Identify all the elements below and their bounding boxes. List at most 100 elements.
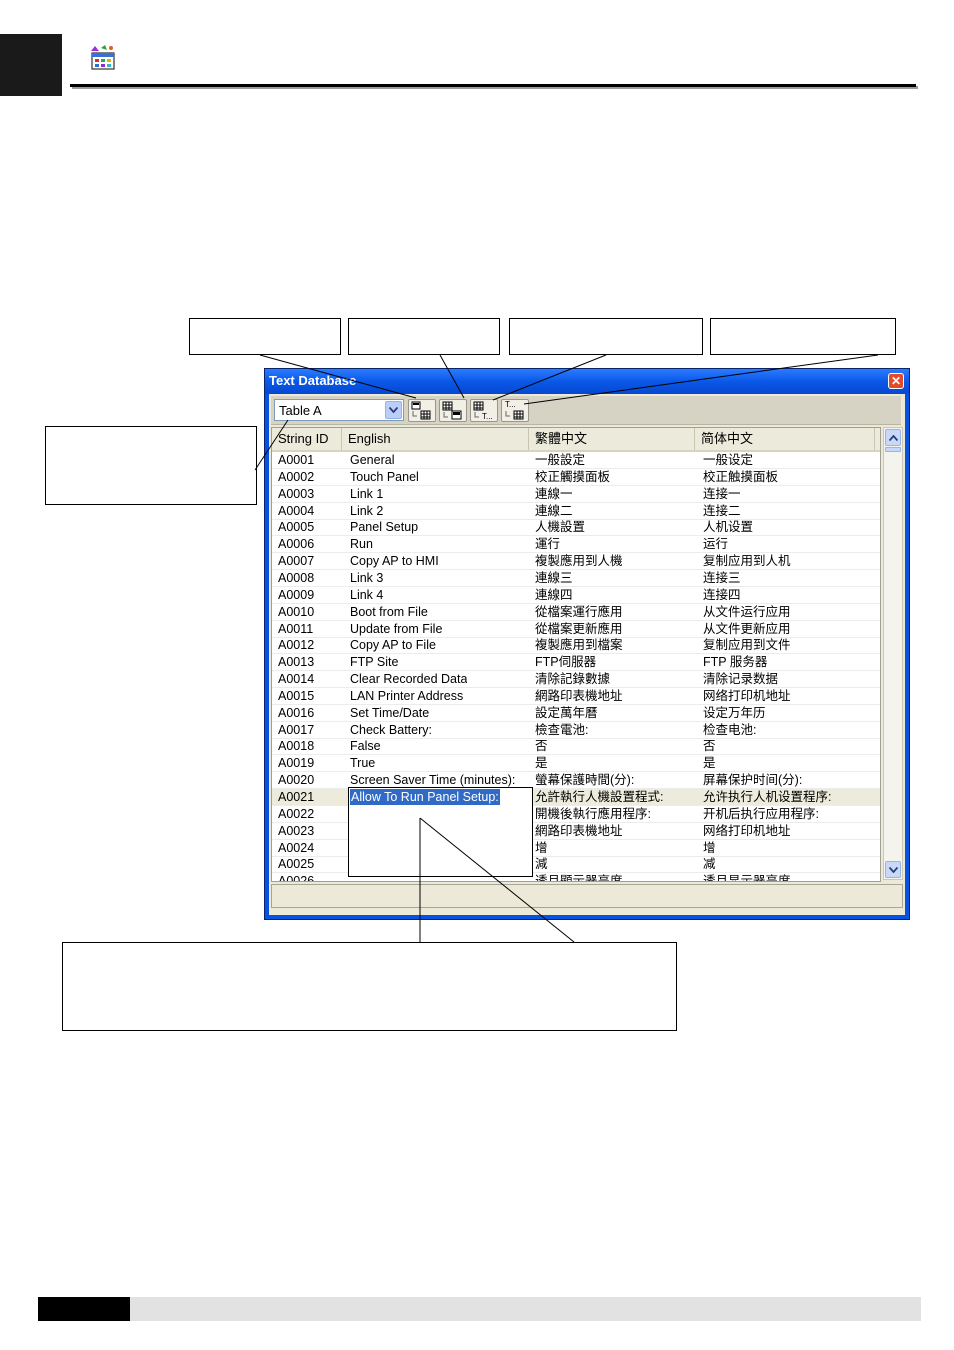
table-row[interactable]: A0016 Set Time/Date 設定萬年曆 设定万年历: [272, 705, 880, 722]
row-english[interactable]: Link 2: [350, 503, 383, 520]
scroll-down-button[interactable]: [885, 861, 901, 878]
row-traditional-chinese[interactable]: 校正觸摸面板: [535, 469, 610, 486]
table-row[interactable]: A0008 Link 3 連線三 连接三: [272, 570, 880, 587]
row-simplified-chinese[interactable]: 从文件更新应用: [703, 621, 791, 638]
row-traditional-chinese[interactable]: 一般設定: [535, 452, 585, 469]
row-simplified-chinese[interactable]: 清除记录数据: [703, 671, 778, 688]
close-button[interactable]: ✕: [888, 373, 904, 389]
import-text-button[interactable]: T...: [501, 399, 529, 422]
row-string-id[interactable]: A0004: [278, 503, 314, 520]
window-titlebar[interactable]: Text Database ✕: [265, 369, 909, 394]
row-string-id[interactable]: A0005: [278, 519, 314, 536]
row-string-id[interactable]: A0009: [278, 587, 314, 604]
row-traditional-chinese[interactable]: 複製應用到人機: [535, 553, 623, 570]
row-traditional-chinese[interactable]: 清除記錄數據: [535, 671, 610, 688]
table-row[interactable]: A0017 Check Battery: 檢查電池: 检查电池:: [272, 722, 880, 739]
table-row[interactable]: A0010 Boot from File 從檔案運行應用 从文件运行应用: [272, 604, 880, 621]
column-header-english[interactable]: English: [342, 428, 529, 450]
row-simplified-chinese[interactable]: 否: [703, 738, 716, 755]
row-simplified-chinese[interactable]: 一般设定: [703, 452, 753, 469]
vertical-scrollbar[interactable]: [883, 427, 903, 880]
row-traditional-chinese[interactable]: 人機設置: [535, 519, 585, 536]
row-string-id[interactable]: A0026: [278, 873, 314, 881]
cell-editor-selected-text[interactable]: Allow To Run Panel Setup:: [350, 789, 500, 805]
export-text-button[interactable]: T...: [470, 399, 498, 422]
row-traditional-chinese[interactable]: 連線四: [535, 587, 573, 604]
row-string-id[interactable]: A0020: [278, 772, 314, 789]
row-simplified-chinese[interactable]: 连接三: [703, 570, 741, 587]
row-string-id[interactable]: A0021: [278, 789, 314, 806]
row-english[interactable]: Panel Setup: [350, 519, 418, 536]
row-simplified-chinese[interactable]: 增: [703, 840, 716, 857]
table-row[interactable]: A0018 False 否 否: [272, 738, 880, 756]
table-row[interactable]: A0013 FTP Site FTP伺服器 FTP 服务器: [272, 654, 880, 672]
row-english[interactable]: Boot from File: [350, 604, 428, 621]
row-simplified-chinese[interactable]: 校正触摸面板: [703, 469, 778, 486]
row-english[interactable]: Link 3: [350, 570, 383, 587]
row-traditional-chinese[interactable]: FTP伺服器: [535, 654, 596, 671]
row-simplified-chinese[interactable]: 连接一: [703, 486, 741, 503]
chevron-down-icon[interactable]: [385, 401, 402, 419]
row-string-id[interactable]: A0016: [278, 705, 314, 722]
row-string-id[interactable]: A0015: [278, 688, 314, 705]
row-english[interactable]: Copy AP to HMI: [350, 553, 439, 570]
row-traditional-chinese[interactable]: 減: [535, 856, 548, 873]
table-row[interactable]: A0015 LAN Printer Address 網路印表機地址 网络打印机地址: [272, 688, 880, 705]
row-traditional-chinese[interactable]: 連線三: [535, 570, 573, 587]
scroll-thumb[interactable]: [885, 447, 901, 452]
row-string-id[interactable]: A0011: [278, 621, 313, 638]
row-string-id[interactable]: A0022: [278, 806, 314, 823]
row-string-id[interactable]: A0019: [278, 755, 314, 772]
row-string-id[interactable]: A0007: [278, 553, 314, 570]
row-traditional-chinese[interactable]: 網路印表機地址: [535, 823, 623, 840]
row-english[interactable]: Update from File: [350, 621, 442, 638]
table-row[interactable]: A0004 Link 2 連線二 连接二: [272, 503, 880, 520]
row-english[interactable]: Touch Panel: [350, 469, 419, 486]
import-db-button[interactable]: [408, 399, 436, 422]
table-row[interactable]: A0012 Copy AP to File 複製應用到檔案 复制应用到文件: [272, 637, 880, 655]
row-string-id[interactable]: A0003: [278, 486, 314, 503]
row-simplified-chinese[interactable]: 开机后执行应用程序:: [703, 806, 819, 823]
export-db-button[interactable]: [439, 399, 467, 422]
row-traditional-chinese[interactable]: 從檔案更新應用: [535, 621, 623, 638]
column-header-string-id[interactable]: String ID: [272, 428, 342, 450]
table-row[interactable]: A0005 Panel Setup 人機設置 人机设置: [272, 519, 880, 537]
row-simplified-chinese[interactable]: 从文件运行应用: [703, 604, 791, 621]
row-simplified-chinese[interactable]: FTP 服务器: [703, 654, 767, 671]
row-english[interactable]: False: [350, 738, 381, 755]
row-string-id[interactable]: A0024: [278, 840, 314, 857]
row-english[interactable]: True: [350, 755, 375, 772]
row-traditional-chinese[interactable]: 是: [535, 755, 548, 772]
row-english[interactable]: Clear Recorded Data: [350, 671, 467, 688]
table-row[interactable]: A0006 Run 運行 运行: [272, 536, 880, 554]
table-row[interactable]: A0009 Link 4 連線四 连接四: [272, 587, 880, 604]
row-english[interactable]: Run: [350, 536, 373, 553]
column-header-traditional-chinese[interactable]: 繁體中文: [529, 428, 695, 450]
row-traditional-chinese[interactable]: 螢幕保護時間(分):: [535, 772, 634, 789]
row-string-id[interactable]: A0014: [278, 671, 314, 688]
row-string-id[interactable]: A0023: [278, 823, 314, 840]
table-row[interactable]: A0019 True 是 是: [272, 755, 880, 773]
row-english[interactable]: FTP Site: [350, 654, 398, 671]
row-english[interactable]: LAN Printer Address: [350, 688, 463, 705]
row-english[interactable]: Link 1: [350, 486, 383, 503]
row-english[interactable]: Link 4: [350, 587, 383, 604]
row-traditional-chinese[interactable]: 檢查電池:: [535, 722, 588, 739]
row-string-id[interactable]: A0017: [278, 722, 314, 739]
row-english[interactable]: Copy AP to File: [350, 637, 436, 654]
table-row[interactable]: A0001 General 一般設定 一般设定: [272, 452, 880, 469]
row-traditional-chinese[interactable]: 透月顯示器亮度: [535, 873, 623, 881]
column-header-simplified-chinese[interactable]: 简体中文: [695, 428, 875, 450]
row-english[interactable]: Set Time/Date: [350, 705, 429, 722]
table-row[interactable]: A0007 Copy AP to HMI 複製應用到人機 复制应用到人机: [272, 553, 880, 571]
row-simplified-chinese[interactable]: 透月显示器亮度: [703, 873, 791, 881]
row-simplified-chinese[interactable]: 复制应用到文件: [703, 637, 791, 654]
row-simplified-chinese[interactable]: 设定万年历: [703, 705, 766, 722]
row-string-id[interactable]: A0001: [278, 452, 314, 469]
row-string-id[interactable]: A0006: [278, 536, 314, 553]
row-traditional-chinese[interactable]: 允許執行人機設置程式:: [535, 789, 663, 806]
row-traditional-chinese[interactable]: 開機後執行應用程序:: [535, 806, 651, 823]
row-traditional-chinese[interactable]: 網路印表機地址: [535, 688, 623, 705]
row-string-id[interactable]: A0002: [278, 469, 314, 486]
row-simplified-chinese[interactable]: 是: [703, 755, 716, 772]
